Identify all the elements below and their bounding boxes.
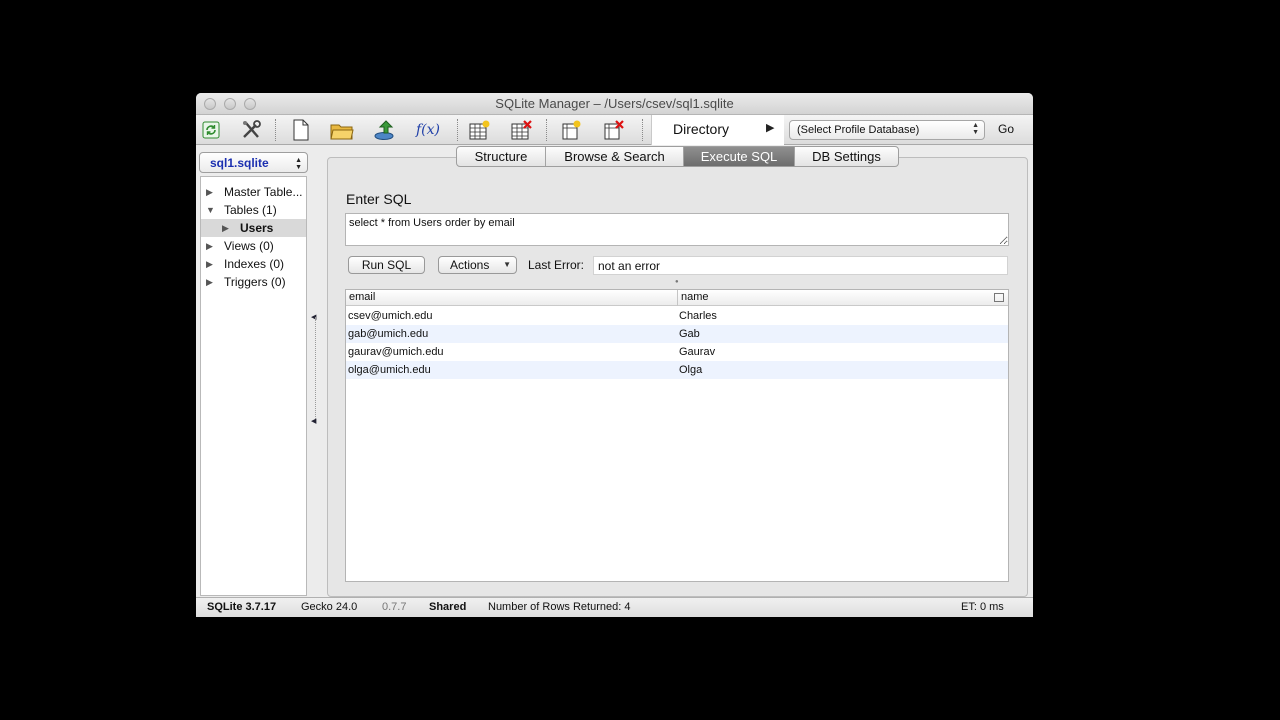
column-divider[interactable]	[677, 290, 678, 306]
play-arrow-icon: ▶	[766, 122, 775, 134]
collapse-left-arrow-icon[interactable]: ◀	[311, 417, 316, 425]
gecko-version: Gecko 24.0	[301, 601, 358, 613]
toolbar-separator	[642, 119, 643, 141]
run-sql-button[interactable]: Run SQL	[348, 256, 425, 274]
chevron-down-icon: ▼	[503, 260, 511, 269]
tab-structure[interactable]: Structure	[457, 147, 546, 166]
drop-index-icon[interactable]	[602, 118, 626, 142]
directory-button[interactable]: Directory ▶	[651, 115, 784, 145]
elapsed-time: ET: 0 ms	[961, 601, 1004, 613]
table-row[interactable]: gab@umich.edu Gab	[346, 325, 1008, 343]
sql-query-input[interactable]: select * from Users order by email	[345, 213, 1009, 246]
results-header: email name	[346, 290, 1008, 306]
toolbar-separator	[457, 119, 458, 141]
expand-triangle-icon[interactable]: ▶	[206, 273, 213, 291]
tree-item-label: Views (0)	[224, 239, 274, 253]
drop-table-icon[interactable]	[510, 118, 534, 142]
new-database-icon[interactable]	[289, 118, 313, 142]
expand-triangle-icon[interactable]: ▶	[206, 237, 213, 255]
tree-item-views[interactable]: ▶ Views (0)	[201, 237, 306, 255]
expand-triangle-icon[interactable]: ▶	[206, 255, 213, 273]
title-bar: SQLite Manager – /Users/csev/sql1.sqlite	[196, 93, 1033, 115]
function-icon[interactable]: f(x)	[414, 118, 442, 142]
create-index-icon[interactable]	[560, 118, 584, 142]
cell-name: Gab	[679, 328, 700, 340]
tab-execute-sql[interactable]: Execute SQL	[684, 147, 795, 166]
create-table-icon[interactable]	[468, 118, 492, 142]
tree-item-label: Master Table...	[224, 185, 303, 199]
connect-database-icon[interactable]	[372, 118, 396, 142]
last-error-field: not an error	[593, 256, 1008, 275]
tree-item-label: Tables (1)	[224, 203, 277, 217]
tree-item-label: Users	[240, 221, 274, 235]
expand-triangle-icon[interactable]: ▶	[206, 183, 213, 201]
directory-label: Directory	[673, 121, 730, 137]
window-title: SQLite Manager – /Users/csev/sql1.sqlite	[495, 96, 734, 111]
sidebar-splitter[interactable]: ◀ ◀	[309, 309, 319, 429]
updown-arrows-icon: ▲ ▼	[295, 157, 302, 171]
expand-triangle-icon[interactable]: ▶	[222, 219, 229, 237]
database-select[interactable]: sql1.sqlite ▲ ▼	[199, 152, 308, 173]
last-error-label: Last Error:	[528, 258, 585, 272]
cell-email: gab@umich.edu	[348, 328, 429, 340]
cell-email: csev@umich.edu	[348, 310, 433, 322]
cell-name: Charles	[679, 310, 717, 322]
cell-email: olga@umich.edu	[348, 364, 431, 376]
open-database-icon[interactable]	[330, 118, 354, 142]
database-select-value: sql1.sqlite	[210, 156, 269, 170]
schema-tree: ▶ Master Table... ▼ Tables (1) ▶ Users ▶…	[200, 176, 307, 596]
tree-item-label: Indexes (0)	[224, 257, 285, 271]
results-grid[interactable]: email name csev@umich.edu Charles gab@um…	[345, 289, 1009, 582]
cell-name: Gaurav	[679, 346, 716, 358]
tree-item-tables[interactable]: ▼ Tables (1)	[201, 201, 306, 219]
collapse-triangle-icon[interactable]: ▼	[206, 201, 215, 219]
table-row[interactable]: olga@umich.edu Olga	[346, 361, 1008, 379]
extension-version: 0.7.7	[382, 601, 407, 613]
rows-returned: Number of Rows Returned: 4	[488, 601, 631, 613]
cell-email: gaurav@umich.edu	[348, 346, 444, 358]
status-bar: SQLite 3.7.17 Gecko 24.0 0.7.7 Shared Nu…	[196, 597, 1033, 617]
toolbar: f(x) Directory ▶ (Select Profile Databas…	[196, 115, 1033, 145]
column-header-name[interactable]: name	[681, 291, 709, 303]
tools-icon[interactable]	[239, 118, 263, 142]
column-picker-icon[interactable]	[994, 293, 1004, 302]
cell-name: Olga	[679, 364, 703, 376]
column-header-email[interactable]: email	[349, 291, 375, 303]
tree-item-triggers[interactable]: ▶ Triggers (0)	[201, 273, 306, 291]
tree-item-indexes[interactable]: ▶ Indexes (0)	[201, 255, 306, 273]
table-row[interactable]: gaurav@umich.edu Gaurav	[346, 343, 1008, 361]
tab-browse-search[interactable]: Browse & Search	[546, 147, 684, 166]
splitter-grip	[315, 317, 316, 421]
actions-label: Actions	[450, 258, 490, 272]
toolbar-separator	[546, 119, 547, 141]
go-button[interactable]: Go	[998, 122, 1014, 136]
app-window: SQLite Manager – /Users/csev/sql1.sqlite…	[196, 93, 1033, 617]
profile-database-select[interactable]: (Select Profile Database) ▲ ▼	[789, 120, 985, 140]
tree-item-label: Triggers (0)	[224, 275, 286, 289]
tree-item-master-table[interactable]: ▶ Master Table...	[201, 183, 306, 201]
updown-arrows-icon: ▲ ▼	[972, 122, 979, 136]
enter-sql-heading: Enter SQL	[346, 191, 412, 207]
actions-dropdown[interactable]: Actions ▼	[438, 256, 517, 274]
profile-database-value: (Select Profile Database)	[797, 124, 920, 136]
connection-mode: Shared	[429, 601, 467, 613]
tab-db-settings[interactable]: DB Settings	[795, 147, 898, 166]
table-row[interactable]: csev@umich.edu Charles	[346, 307, 1008, 325]
toolbar-separator	[275, 119, 276, 141]
resize-grip[interactable]: ●	[675, 279, 679, 285]
tab-bar: Structure Browse & Search Execute SQL DB…	[456, 146, 899, 167]
refresh-icon[interactable]	[199, 118, 223, 142]
sqlite-version: SQLite 3.7.17	[207, 601, 277, 613]
tree-item-users[interactable]: ▶ Users	[201, 219, 306, 237]
